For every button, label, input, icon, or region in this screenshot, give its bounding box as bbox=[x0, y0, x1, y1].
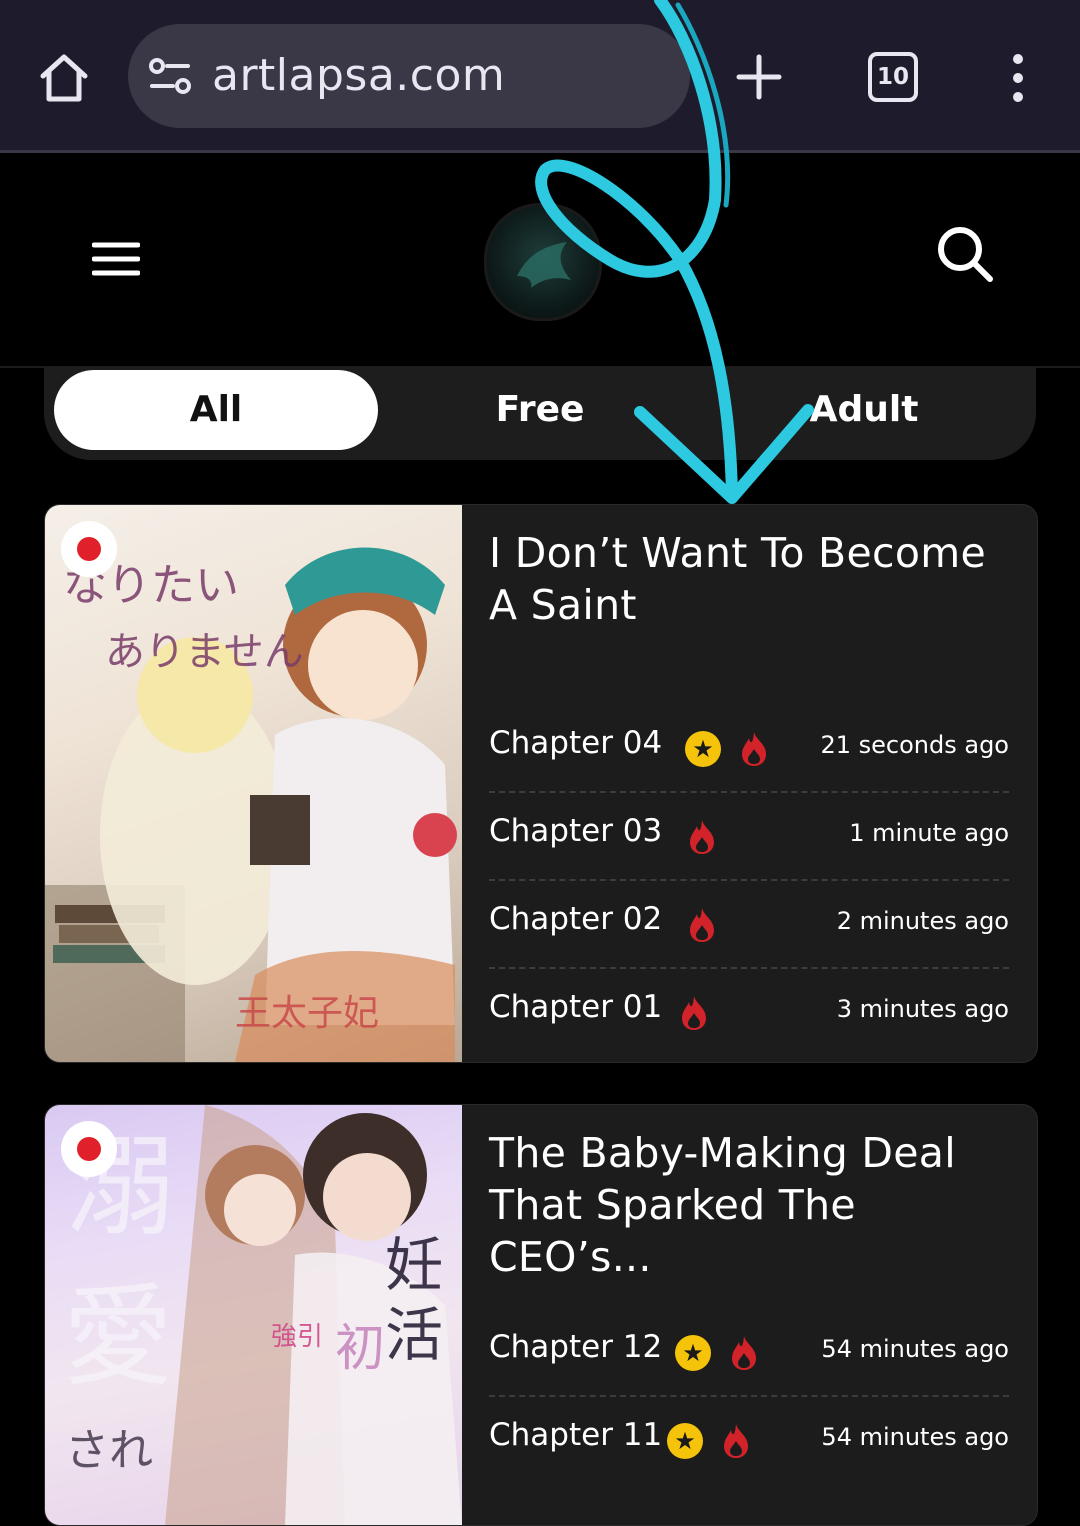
chapter-row[interactable]: Chapter 12 ★ 54 minutes ago bbox=[489, 1309, 1009, 1397]
chapter-name[interactable]: Chapter 02 bbox=[489, 901, 662, 937]
svg-text:王太子妃: 王太子妃 bbox=[235, 993, 379, 1034]
fire-icon bbox=[690, 908, 714, 942]
chapter-name[interactable]: Chapter 12 bbox=[489, 1329, 662, 1365]
svg-text:活: 活 bbox=[385, 1301, 443, 1369]
chapter-row[interactable]: Chapter 11 ★ 54 minutes ago bbox=[489, 1397, 1009, 1483]
site-header bbox=[0, 153, 1080, 368]
tab-all[interactable]: All bbox=[54, 370, 378, 450]
series-title[interactable]: I Don’t Want To Become A Saint bbox=[489, 527, 1019, 631]
star-icon: ★ bbox=[667, 1423, 703, 1459]
series-card[interactable]: 妊 活 初 溺 愛 強引 され The Baby-Making Deal Tha… bbox=[44, 1104, 1038, 1526]
new-indicator-dot bbox=[61, 521, 117, 577]
more-vert-icon[interactable] bbox=[1006, 52, 1030, 104]
svg-text:ありません: ありません bbox=[105, 629, 304, 675]
fire-icon bbox=[742, 732, 766, 766]
star-icon: ★ bbox=[675, 1335, 711, 1371]
chapter-time: 3 minutes ago bbox=[836, 995, 1009, 1023]
fire-icon bbox=[690, 820, 714, 854]
fire-icon bbox=[682, 996, 706, 1030]
cover-illustration: なりたい ありません 王太子妃 bbox=[45, 547, 457, 1062]
site-info-icon[interactable] bbox=[148, 56, 192, 96]
site-logo-mark bbox=[517, 242, 571, 288]
star-icon: ★ bbox=[685, 731, 721, 767]
tab-adult[interactable]: Adult bbox=[702, 370, 1026, 450]
plus-icon[interactable] bbox=[736, 54, 782, 100]
hamburger-menu-icon[interactable] bbox=[92, 241, 140, 277]
fire-icon bbox=[732, 1336, 756, 1370]
chapter-time: 21 seconds ago bbox=[820, 731, 1009, 759]
chapter-list: Chapter 12 ★ 54 minutes ago Chapter 11 ★… bbox=[489, 1309, 1009, 1483]
search-icon[interactable] bbox=[936, 225, 994, 283]
browser-toolbar: artlapsa.com 10 bbox=[0, 0, 1080, 153]
address-bar[interactable]: artlapsa.com bbox=[128, 24, 690, 128]
chapter-time: 2 minutes ago bbox=[836, 907, 1009, 935]
svg-text:され: され bbox=[65, 1425, 153, 1476]
series-card[interactable]: なりたい ありません 王太子妃 I Don’t Want To Become A… bbox=[44, 504, 1038, 1063]
chapter-time: 54 minutes ago bbox=[821, 1335, 1009, 1363]
chapter-row[interactable]: Chapter 02 2 minutes ago bbox=[489, 881, 1009, 969]
fire-icon bbox=[724, 1424, 748, 1458]
chapter-name[interactable]: Chapter 01 bbox=[489, 989, 662, 1025]
chapter-time: 1 minute ago bbox=[849, 819, 1009, 847]
svg-text:愛: 愛 bbox=[63, 1273, 173, 1401]
chapter-name[interactable]: Chapter 11 bbox=[489, 1417, 662, 1453]
series-title[interactable]: The Baby-Making Deal That Sparked The CE… bbox=[489, 1127, 1019, 1283]
filter-tabs: All Free Adult bbox=[44, 366, 1036, 460]
site-logo[interactable] bbox=[484, 203, 602, 321]
chapter-list: Chapter 04 ★ 21 seconds ago Chapter 03 1… bbox=[489, 705, 1009, 1055]
svg-text:強引: 強引 bbox=[271, 1322, 323, 1352]
tab-switcher-button[interactable]: 10 bbox=[868, 52, 918, 102]
chapter-row[interactable]: Chapter 01 3 minutes ago bbox=[489, 969, 1009, 1055]
series-cover-image[interactable]: 妊 活 初 溺 愛 強引 され bbox=[45, 1105, 462, 1525]
chapter-row[interactable]: Chapter 04 ★ 21 seconds ago bbox=[489, 705, 1009, 793]
new-indicator-dot bbox=[61, 1121, 117, 1177]
chapter-name[interactable]: Chapter 03 bbox=[489, 813, 662, 849]
tab-free[interactable]: Free bbox=[378, 370, 702, 450]
chapter-name[interactable]: Chapter 04 bbox=[489, 725, 662, 761]
series-cover-image[interactable]: なりたい ありません 王太子妃 bbox=[45, 505, 462, 1062]
url-text[interactable]: artlapsa.com bbox=[212, 50, 505, 101]
chapter-row[interactable]: Chapter 03 1 minute ago bbox=[489, 793, 1009, 881]
svg-text:妊: 妊 bbox=[385, 1231, 443, 1299]
chapter-time: 54 minutes ago bbox=[821, 1423, 1009, 1451]
home-icon[interactable] bbox=[38, 52, 90, 104]
svg-text:初: 初 bbox=[335, 1319, 385, 1377]
